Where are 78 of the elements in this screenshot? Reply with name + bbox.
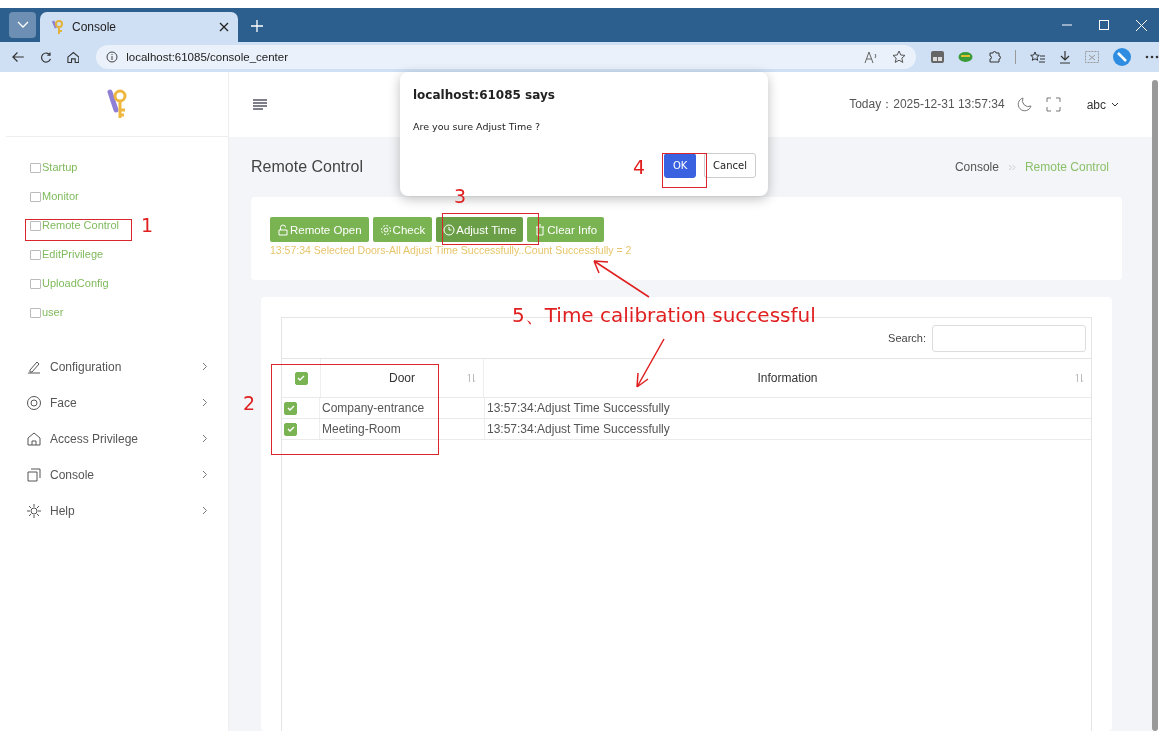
step-number: 2 bbox=[243, 394, 256, 413]
dialog-title: localhost:61085 says bbox=[413, 88, 556, 102]
column-header[interactable]: Door bbox=[389, 371, 415, 385]
chevron-down-icon[interactable] bbox=[1111, 102, 1119, 107]
sidebar-menu-item[interactable]: Configuration bbox=[26, 357, 208, 376]
row-checkbox[interactable] bbox=[284, 401, 297, 415]
search-field[interactable] bbox=[932, 324, 1086, 352]
link-icon bbox=[30, 162, 41, 173]
extension-icon[interactable] bbox=[931, 51, 944, 63]
sidebar-menu-item[interactable]: Face bbox=[26, 393, 208, 412]
key-icon bbox=[50, 19, 64, 35]
new-tab-icon[interactable] bbox=[250, 19, 264, 33]
dialog-message: Are you sure Adjust Time ? bbox=[413, 121, 542, 132]
sidebar-menu-item[interactable]: Help bbox=[26, 501, 208, 520]
favorites-icon[interactable] bbox=[1030, 50, 1045, 64]
chevron-right-icon bbox=[202, 398, 208, 407]
step-number: 1 bbox=[141, 216, 154, 235]
column-header[interactable]: Information bbox=[757, 371, 818, 385]
link-icon bbox=[30, 249, 41, 260]
highlight-frame bbox=[662, 153, 707, 188]
chevron-right-icon bbox=[202, 434, 208, 443]
annotation-text: 5、Time calibration successful bbox=[512, 303, 816, 327]
table-cell: 13:57:34:Adjust Time Successfully bbox=[487, 401, 670, 415]
table-cell: 13:57:34:Adjust Time Successfully bbox=[487, 422, 670, 436]
cancel-button[interactable]: Cancel bbox=[704, 153, 756, 178]
chevron-right-icon bbox=[202, 506, 208, 515]
search-label: Search: bbox=[888, 332, 926, 344]
address-field[interactable]: localhost:61085/console_center bbox=[96, 45, 916, 69]
download-icon[interactable] bbox=[1059, 50, 1071, 64]
chevron-down-icon bbox=[16, 21, 29, 29]
row-checkbox[interactable] bbox=[284, 422, 297, 436]
gear-icon bbox=[379, 223, 392, 236]
trash-icon bbox=[534, 223, 547, 236]
annotation-arrow bbox=[636, 338, 665, 388]
key-logo-icon bbox=[106, 88, 128, 120]
checkmark-icon bbox=[297, 375, 305, 381]
checkmark-icon bbox=[286, 405, 295, 411]
table-cell: Company-entrance bbox=[322, 401, 425, 415]
link-icon bbox=[30, 191, 41, 202]
tab-menu-button[interactable] bbox=[9, 12, 36, 38]
refresh-icon[interactable] bbox=[39, 50, 52, 64]
moon-icon[interactable] bbox=[1016, 97, 1032, 112]
chevron-right-icon bbox=[202, 362, 208, 371]
browser-tab[interactable]: Console bbox=[40, 12, 238, 42]
today-datetime: Today：2025-12-31 13:57:34 bbox=[849, 96, 1005, 113]
back-arrow-icon[interactable] bbox=[12, 51, 25, 63]
checkmark-icon bbox=[286, 426, 295, 432]
clock-icon bbox=[443, 223, 456, 236]
table-cell: Meeting-Room bbox=[322, 422, 401, 436]
maximize-icon[interactable] bbox=[1099, 20, 1109, 30]
step-number: 4 bbox=[633, 158, 646, 177]
close-icon[interactable] bbox=[219, 22, 229, 32]
page-title: Remote Control bbox=[251, 158, 364, 176]
home-icon[interactable] bbox=[66, 50, 80, 64]
sidebar-menu-item[interactable]: Access Privilege bbox=[26, 429, 208, 448]
user-menu[interactable]: abc bbox=[1086, 97, 1106, 112]
status-message: 13:57:34 Selected Doors-All Adjust Time Successfully..Count Successfully = 2 bbox=[270, 244, 633, 256]
link-icon bbox=[30, 278, 41, 289]
url-text: localhost:61085/console_center bbox=[126, 51, 288, 63]
ok-button[interactable]: OK bbox=[664, 153, 697, 178]
star-icon[interactable] bbox=[892, 50, 906, 64]
select-all-checkbox[interactable] bbox=[294, 371, 308, 385]
annotation-arrow bbox=[593, 260, 650, 298]
breadcrumb-link[interactable]: Console bbox=[954, 160, 999, 174]
info-icon[interactable] bbox=[106, 51, 119, 63]
tab-title: Console bbox=[72, 20, 118, 34]
link-icon bbox=[30, 220, 41, 231]
double-chevron-icon bbox=[1007, 163, 1016, 171]
extension-icon[interactable] bbox=[958, 51, 973, 63]
sidebar-menu-item[interactable]: Console bbox=[26, 465, 208, 484]
puzzle-icon[interactable] bbox=[987, 50, 1001, 64]
profile-avatar-icon[interactable] bbox=[1113, 48, 1131, 66]
read-aloud-icon[interactable] bbox=[864, 50, 878, 64]
padlock-icon bbox=[277, 223, 289, 236]
more-icon[interactable] bbox=[1145, 55, 1159, 59]
step-number: 3 bbox=[454, 187, 467, 206]
chevron-right-icon bbox=[202, 470, 208, 479]
link-icon bbox=[30, 307, 41, 318]
